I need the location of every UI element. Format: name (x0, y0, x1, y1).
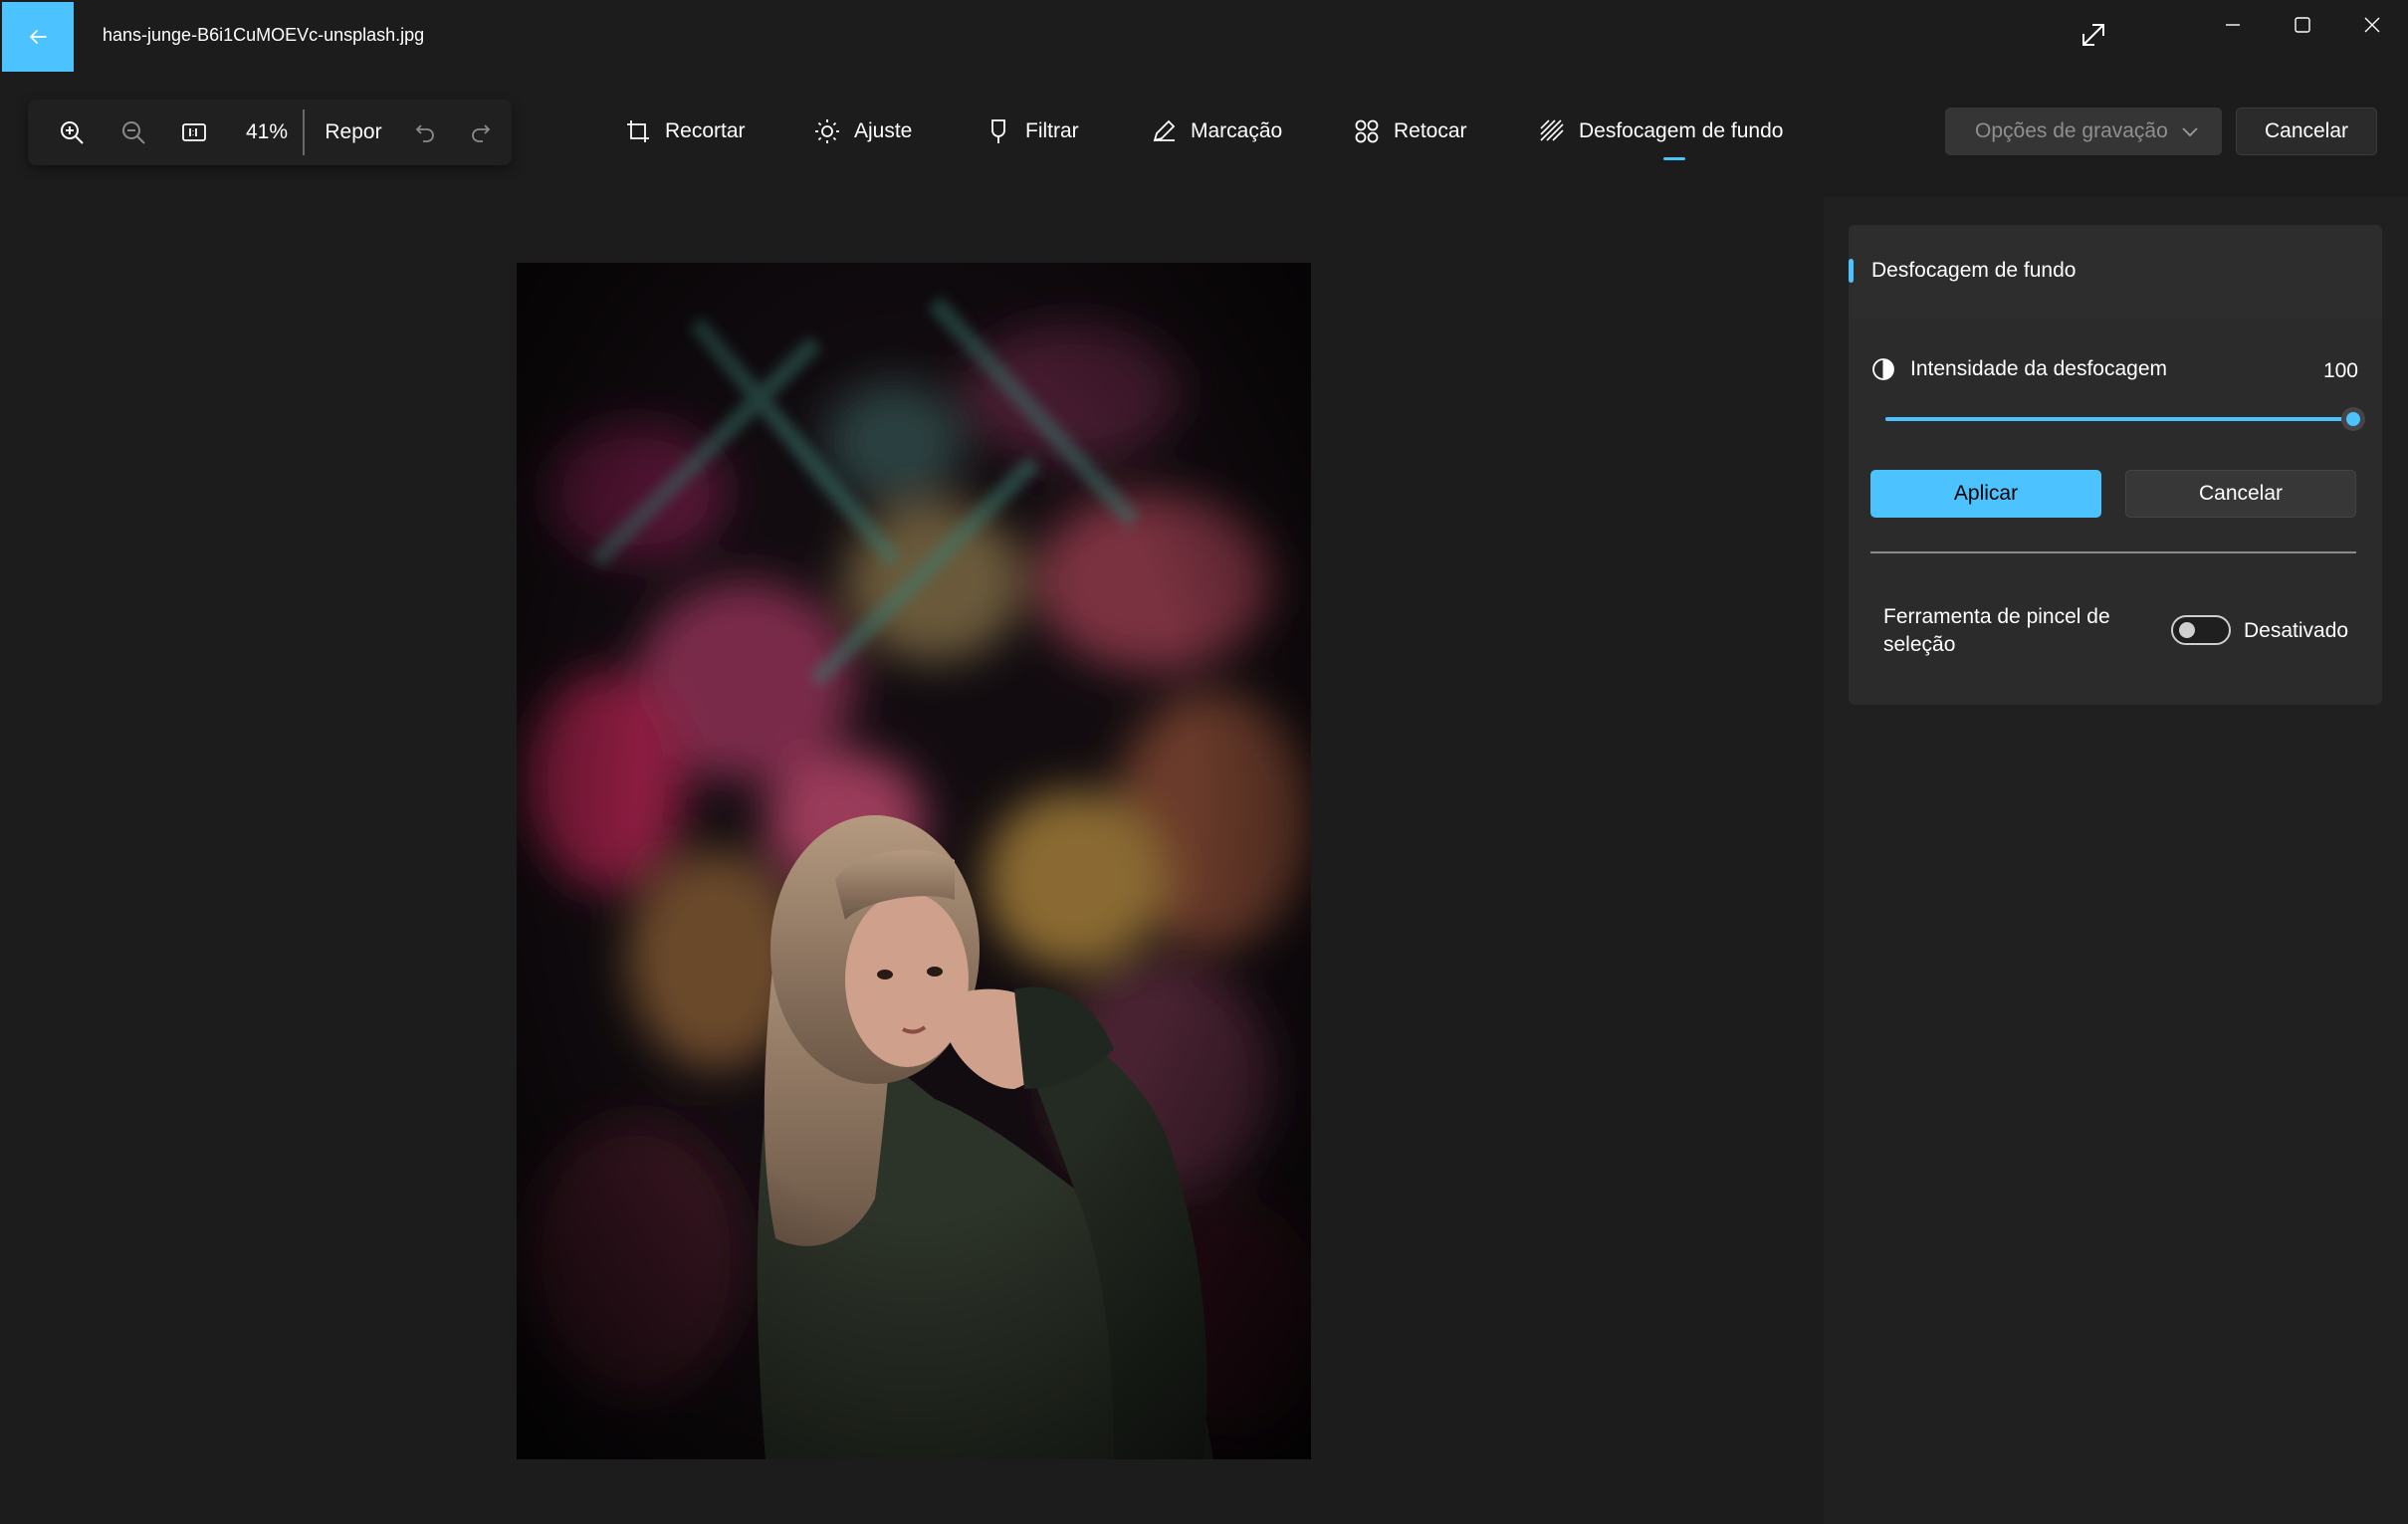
save-options-dropdown[interactable]: Opções de gravação (1945, 108, 2222, 155)
retouch-icon (1355, 119, 1379, 143)
minimize-button[interactable] (2198, 0, 2268, 50)
brush-tool-label: Ferramenta de pincel de seleção (1883, 605, 2110, 656)
panel-cancel-button[interactable]: Cancelar (2125, 470, 2356, 518)
maximize-icon (2295, 17, 2310, 33)
maximize-button[interactable] (2268, 0, 2337, 50)
zoom-in-button[interactable] (40, 100, 104, 165)
arrow-left-icon (30, 30, 47, 44)
markup-pen-icon (1153, 119, 1176, 142)
close-icon (2364, 17, 2380, 33)
slider-fill (1885, 417, 2353, 421)
chevron-down-icon (2182, 127, 2198, 137)
cancel-button[interactable]: Cancelar (2236, 108, 2377, 155)
accent-bar (1849, 259, 1854, 283)
title-bar: hans-junge-B6i1CuMOEVc-unsplash.jpg (0, 0, 2408, 74)
zoom-level[interactable]: 41% (231, 100, 303, 165)
redo-button[interactable] (454, 100, 508, 165)
intensity-row: Intensidade da desfocagem (1870, 356, 2167, 382)
panel-divider (1870, 551, 2356, 553)
panel-title: Desfocagem de fundo (1871, 259, 2077, 282)
back-button[interactable] (2, 2, 74, 72)
brush-tool-state: Desativado (2244, 619, 2349, 642)
zoom-in-icon (61, 121, 84, 144)
background-blur-icon (1540, 119, 1564, 141)
actual-size-button[interactable] (163, 100, 225, 165)
intensity-label: Intensidade da desfocagem (1910, 357, 2168, 380)
actual-size-icon (182, 123, 206, 141)
tab-adjust[interactable]: Ajuste (814, 109, 912, 153)
toolbar-divider (303, 109, 305, 155)
tab-filter[interactable]: Filtrar (985, 109, 1079, 153)
toggle-knob (2179, 622, 2195, 638)
filter-icon (991, 119, 1005, 143)
background-blur-panel: Desfocagem de fundo Intensidade da desfo… (1849, 225, 2382, 705)
intensity-value: 100 (2322, 359, 2358, 382)
zoom-out-button[interactable] (104, 100, 163, 165)
expand-icon (2082, 24, 2104, 46)
panel-header: Desfocagem de fundo (1849, 225, 2382, 319)
file-name: hans-junge-B6i1CuMOEVc-unsplash.jpg (103, 25, 425, 45)
undo-button[interactable] (398, 100, 452, 165)
expand-button[interactable] (2079, 20, 2108, 50)
tab-retouch[interactable]: Retocar (1354, 109, 1467, 153)
tab-crop[interactable]: Recortar (625, 109, 746, 153)
brightness-icon (815, 119, 839, 143)
tab-markup[interactable]: Marcação (1151, 109, 1282, 153)
zoom-out-icon (122, 121, 145, 144)
apply-button[interactable]: Aplicar (1870, 470, 2101, 518)
reset-button[interactable]: Repor (309, 100, 398, 165)
contrast-icon (1872, 358, 1894, 380)
minimize-icon (2226, 24, 2240, 26)
crop-icon (627, 120, 649, 142)
slider-thumb[interactable] (2341, 407, 2365, 431)
undo-icon (415, 124, 434, 142)
portrait-photo (517, 263, 1311, 1459)
photo-preview (517, 263, 1311, 1459)
selected-tab-indicator (1663, 157, 1685, 160)
tab-background-blur[interactable]: Desfocagem de fundo (1539, 109, 1783, 153)
redo-icon (472, 124, 491, 142)
zoom-toolbar: 41% Repor (28, 100, 512, 165)
brush-tool-toggle[interactable] (2171, 615, 2231, 645)
close-button[interactable] (2337, 0, 2407, 50)
intensity-slider[interactable] (1885, 407, 2365, 431)
